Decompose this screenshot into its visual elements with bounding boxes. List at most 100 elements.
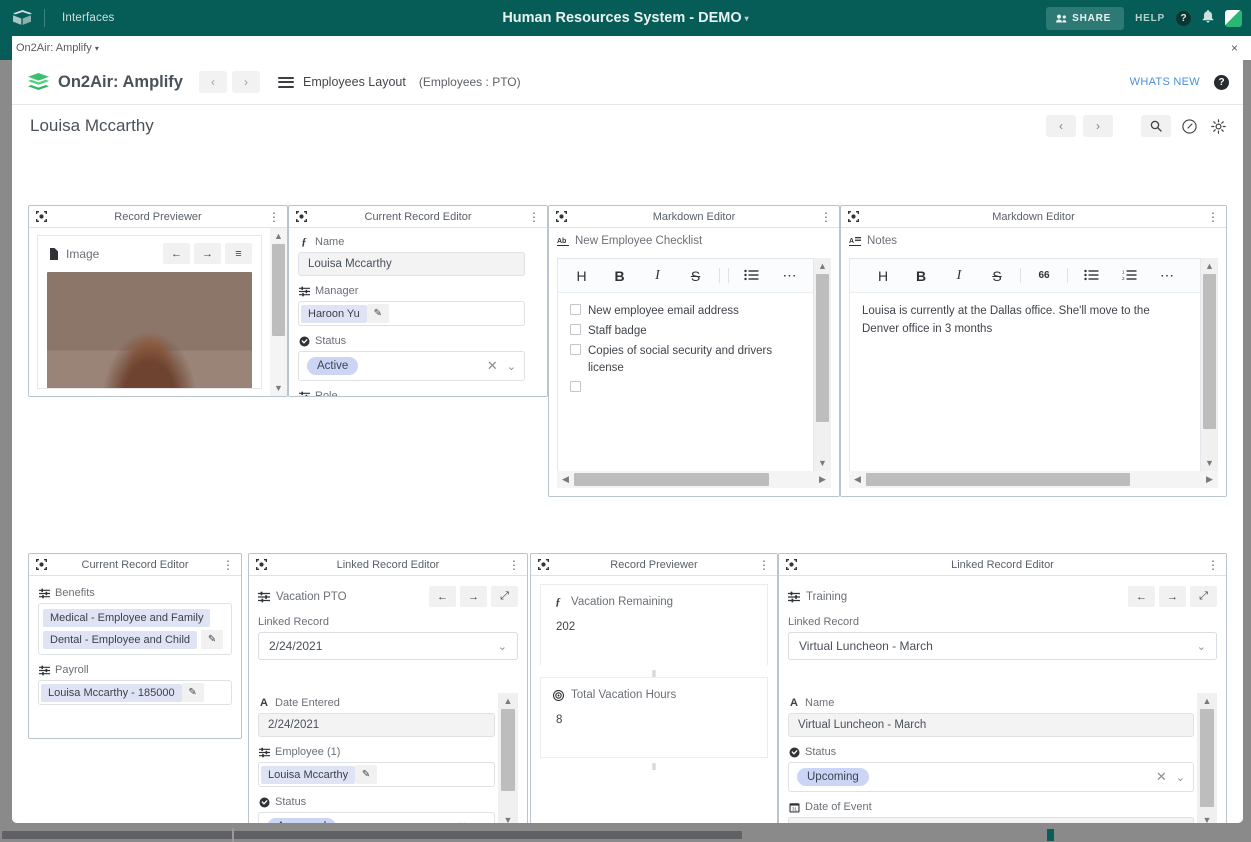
record-next-button[interactable]: › — [1083, 115, 1113, 137]
clear-icon[interactable]: ✕ — [457, 819, 468, 823]
scroll-track[interactable] — [574, 471, 814, 488]
drag-handle-icon[interactable] — [556, 210, 568, 223]
checkbox[interactable] — [570, 343, 581, 355]
drag-handle-icon[interactable] — [786, 558, 798, 571]
scroll-right-arrow-icon[interactable]: ▶ — [814, 471, 831, 488]
checkbox[interactable] — [570, 381, 581, 393]
italic-button[interactable]: I — [639, 268, 677, 284]
heading-button[interactable]: H — [864, 268, 902, 284]
os-scroll-thumb[interactable] — [2, 831, 742, 839]
expand-record-button[interactable]: ⤢ — [491, 586, 518, 607]
scroll-left-arrow-icon[interactable]: ◀ — [849, 471, 866, 488]
scroll-left-arrow-icon[interactable]: ◀ — [557, 471, 574, 488]
markdown-horizontal-scrollbar[interactable]: ◀ ▶ — [849, 471, 1218, 488]
bold-button[interactable]: B — [902, 268, 940, 284]
panel-menu-icon[interactable]: ⋮ — [1207, 211, 1219, 223]
payroll-field[interactable]: Louisa Mccarthy - 185000 ✎ — [38, 680, 232, 705]
markdown-vertical-scrollbar[interactable]: ▲ ▼ — [814, 258, 831, 471]
scroll-down-arrow-icon[interactable]: ▼ — [270, 380, 287, 396]
scroll-up-arrow-icon[interactable]: ▲ — [1201, 258, 1218, 274]
hamburger-icon[interactable] — [277, 76, 294, 88]
scroll-thumb[interactable] — [574, 473, 769, 486]
scroll-up-arrow-icon[interactable]: ▲ — [498, 693, 518, 709]
strikethrough-button[interactable]: S — [677, 268, 715, 284]
app-forward-button[interactable]: › — [231, 71, 260, 93]
panel-menu-icon[interactable]: ⋮ — [268, 211, 280, 223]
scroll-track[interactable] — [1197, 709, 1217, 812]
scroll-thumb[interactable] — [1203, 274, 1216, 429]
employee-field[interactable]: Louisa Mccarthy ✎ — [258, 762, 495, 787]
checkbox[interactable] — [570, 323, 581, 335]
scroll-track[interactable] — [814, 274, 831, 455]
scroll-track[interactable] — [1201, 274, 1218, 455]
scroll-track[interactable] — [498, 709, 518, 812]
interfaces-link[interactable]: Interfaces — [45, 12, 115, 24]
next-linked-record-button[interactable]: → — [460, 586, 487, 607]
scroll-thumb[interactable] — [816, 274, 829, 422]
app-help-icon[interactable]: ? — [1214, 74, 1229, 90]
date-of-event-input[interactable]: 04/19/2022 — [788, 817, 1194, 823]
drag-handle-icon[interactable] — [538, 558, 550, 571]
record-chip[interactable]: Louisa Mccarthy - 185000 — [41, 683, 182, 702]
status-select[interactable]: Upcoming ✕ ⌄ — [788, 762, 1194, 792]
numbered-list-button[interactable]: 12 — [1110, 268, 1148, 284]
record-chip[interactable]: Haroon Yu — [301, 304, 367, 323]
user-avatar[interactable] — [1225, 9, 1242, 27]
panel-menu-icon[interactable]: ⋮ — [820, 211, 832, 223]
checkbox[interactable] — [570, 304, 581, 315]
manager-field[interactable]: Haroon Yu ✎ — [298, 301, 525, 326]
os-horizontal-scrollbar[interactable] — [0, 828, 1251, 842]
more-options-button[interactable]: ⋯ — [1148, 267, 1186, 284]
help-label[interactable]: HELP — [1135, 13, 1165, 24]
prev-attachment-button[interactable]: ← — [163, 243, 190, 264]
record-chip[interactable]: Medical - Employee and Family — [43, 609, 211, 627]
scroll-down-arrow-icon[interactable]: ▼ — [1197, 812, 1217, 823]
checklist-item[interactable]: Staff badge — [570, 323, 801, 341]
next-attachment-button[interactable]: → — [194, 243, 221, 264]
bulleted-list-button[interactable] — [1072, 268, 1110, 284]
panel-menu-icon[interactable]: ⋮ — [1207, 559, 1219, 571]
edit-pencil-icon[interactable]: ✎ — [181, 683, 204, 702]
panel-menu-icon[interactable]: ⋮ — [528, 211, 540, 223]
edit-pencil-icon[interactable]: ✎ — [355, 765, 378, 784]
fields-vertical-scrollbar[interactable]: ▲ ▼ — [1197, 693, 1217, 823]
compass-icon[interactable] — [1178, 115, 1200, 137]
search-icon[interactable] — [1141, 115, 1171, 137]
benefits-field[interactable]: Medical - Employee and Family Dental - E… — [38, 603, 232, 655]
linked-record-select[interactable]: Virtual Luncheon - March ⌄ — [788, 632, 1217, 660]
attachment-options-button[interactable]: ≡ — [225, 243, 252, 264]
status-select[interactable]: Approved ✕ ⌄ — [258, 812, 495, 823]
heading-button[interactable]: H — [563, 268, 601, 284]
chevron-down-icon[interactable]: ⌄ — [1176, 771, 1185, 784]
chevron-down-icon[interactable]: ⌄ — [498, 640, 507, 653]
drag-handle-icon[interactable] — [296, 210, 308, 223]
scroll-thumb[interactable] — [1200, 709, 1214, 807]
panel-menu-icon[interactable]: ⋮ — [508, 559, 520, 571]
scroll-up-arrow-icon[interactable]: ▲ — [1197, 693, 1217, 709]
chevron-down-icon[interactable]: ⌄ — [477, 821, 486, 824]
scroll-thumb[interactable] — [866, 473, 1130, 486]
markdown-horizontal-scrollbar[interactable]: ◀ ▶ — [557, 471, 831, 488]
chevron-down-icon[interactable]: ⌄ — [507, 360, 516, 373]
panel-menu-icon[interactable]: ⋮ — [758, 559, 770, 571]
scroll-up-arrow-icon[interactable]: ▲ — [270, 228, 287, 244]
previous-linked-record-button[interactable]: ← — [429, 586, 456, 607]
fields-vertical-scrollbar[interactable]: ▲ ▼ — [498, 693, 518, 823]
clear-icon[interactable]: ✕ — [487, 358, 498, 374]
drag-handle-icon[interactable] — [848, 210, 860, 223]
strikethrough-button[interactable]: S — [978, 268, 1016, 284]
clear-icon[interactable]: ✕ — [1156, 769, 1167, 785]
bell-icon[interactable] — [1202, 10, 1214, 26]
app-back-button[interactable]: ‹ — [198, 71, 227, 93]
edit-pencil-icon[interactable]: ✎ — [366, 304, 389, 323]
checklist-item[interactable]: Copies of social security and drivers li… — [570, 343, 801, 379]
share-button[interactable]: SHARE — [1046, 6, 1125, 30]
scroll-down-arrow-icon[interactable]: ▼ — [1201, 455, 1218, 471]
close-icon[interactable]: × — [1231, 41, 1238, 55]
panel-menu-icon[interactable]: ⋮ — [222, 559, 234, 571]
tab-chevron-down-icon[interactable]: ▾ — [95, 44, 99, 53]
airtable-logo-icon[interactable] — [0, 10, 44, 26]
resize-handle[interactable]: ⦀ — [540, 763, 768, 772]
blockquote-button[interactable]: 66 — [1025, 270, 1063, 281]
calendar-picker-icon[interactable] — [1173, 822, 1184, 823]
